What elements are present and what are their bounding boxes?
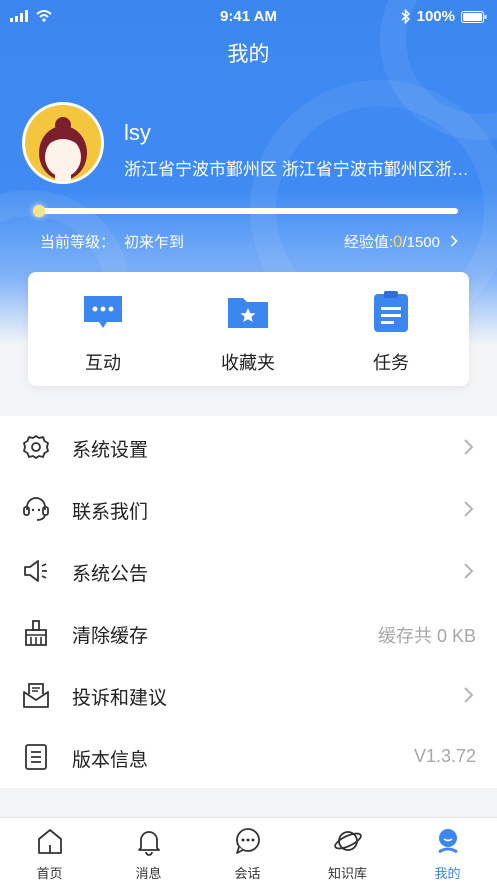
chevron-right-icon — [464, 563, 474, 579]
menu-item-system-settings[interactable]: 系统设置 — [0, 416, 497, 478]
tab-knowledge-base[interactable]: 知识库 — [298, 826, 397, 882]
speaker-icon — [24, 560, 47, 582]
tab-profile[interactable]: 我的 — [398, 826, 497, 882]
username: lsy — [124, 120, 151, 145]
tab-conversations[interactable]: 会话 — [198, 826, 297, 882]
shortcut-favorites[interactable]: 收藏夹 — [188, 290, 308, 375]
clipboard-icon — [374, 291, 408, 332]
cache-size-value: 缓存共 0 KB — [377, 626, 476, 646]
bell-icon — [137, 831, 160, 856]
version-value: V1.3.72 — [413, 746, 476, 766]
gear-icon — [23, 435, 49, 459]
bluetooth-icon — [401, 9, 410, 24]
experience-max: /1500 — [402, 234, 440, 251]
shortcut-interaction[interactable]: 互动 — [43, 290, 163, 375]
tab-home[interactable]: 首页 — [0, 826, 99, 882]
shortcut-tasks[interactable]: 任务 — [331, 290, 451, 375]
experience-progress-bar — [33, 205, 458, 217]
menu-item-contact-us[interactable]: 联系我们 — [0, 478, 497, 540]
tab-label: 我的 — [434, 866, 461, 881]
mail-icon — [23, 683, 49, 708]
planet-icon — [333, 831, 362, 851]
user-address: 浙江省宁波市鄞州区 浙江省宁波市鄞州区浙江省宁波市鄞州区 — [124, 160, 479, 179]
menu-item-announcements[interactable]: 系统公告 — [0, 540, 497, 602]
profile-icon — [437, 829, 458, 854]
broom-icon — [25, 620, 47, 646]
menu-item-clear-cache[interactable]: 清除缓存 缓存共 0 KB — [0, 602, 497, 664]
status-bar: 9:41 AM 100% — [0, 0, 497, 34]
experience-link[interactable]: 经验值: 0 /1500 — [344, 231, 440, 252]
menu-item-version-info[interactable]: 版本信息 V1.3.72 — [0, 726, 497, 788]
status-right-group: 100% — [401, 8, 487, 25]
experience-label: 经验值: — [343, 234, 393, 251]
tab-label: 知识库 — [327, 866, 367, 881]
level-value: 初来乍到 — [124, 234, 185, 251]
level-label: 当前等级： — [40, 234, 116, 251]
bottom-tab-bar: 首页 消息 会话 知识库 我的 — [0, 817, 497, 883]
star-folder-icon — [228, 298, 268, 328]
chevron-right-icon — [464, 687, 474, 703]
menu-label: 系统公告 — [72, 564, 149, 585]
battery-icon — [461, 10, 487, 23]
battery-percent: 100% — [416, 8, 455, 25]
experience-current: 0 — [392, 232, 403, 251]
menu-label: 版本信息 — [72, 750, 149, 771]
menu-label: 系统设置 — [72, 440, 149, 461]
chat-bubble-icon — [84, 296, 122, 328]
avatar-illustration-icon — [39, 117, 87, 181]
shortcut-label: 互动 — [85, 353, 121, 373]
chat-icon — [235, 828, 260, 854]
experience-progress-knob — [33, 205, 45, 217]
chevron-right-icon[interactable] — [450, 235, 458, 247]
menu-label: 投诉和建议 — [72, 688, 168, 709]
chevron-right-icon — [464, 501, 474, 517]
chevron-right-icon — [464, 439, 474, 455]
shortcut-card: 互动 收藏夹 任务 — [28, 272, 469, 386]
menu-item-feedback[interactable]: 投诉和建议 — [0, 664, 497, 726]
settings-menu: 系统设置 联系我们 系统公告 清除缓存 缓存共 0 KB 投诉和建议 版本信息 … — [0, 416, 497, 788]
shortcut-label: 任务 — [373, 353, 409, 373]
shortcut-label: 收藏夹 — [221, 353, 275, 373]
home-icon — [37, 829, 62, 854]
menu-label: 清除缓存 — [72, 626, 149, 647]
headset-icon — [23, 497, 49, 521]
tab-label: 会话 — [234, 866, 261, 881]
avatar[interactable] — [22, 102, 104, 184]
tab-label: 首页 — [36, 866, 63, 881]
document-icon — [25, 744, 47, 770]
tab-messages[interactable]: 消息 — [99, 826, 198, 882]
menu-label: 联系我们 — [72, 502, 149, 523]
page-title: 我的 — [227, 43, 270, 66]
tab-label: 消息 — [135, 866, 162, 881]
level-row: 当前等级： 初来乍到 经验值: 0 /1500 — [40, 231, 470, 253]
